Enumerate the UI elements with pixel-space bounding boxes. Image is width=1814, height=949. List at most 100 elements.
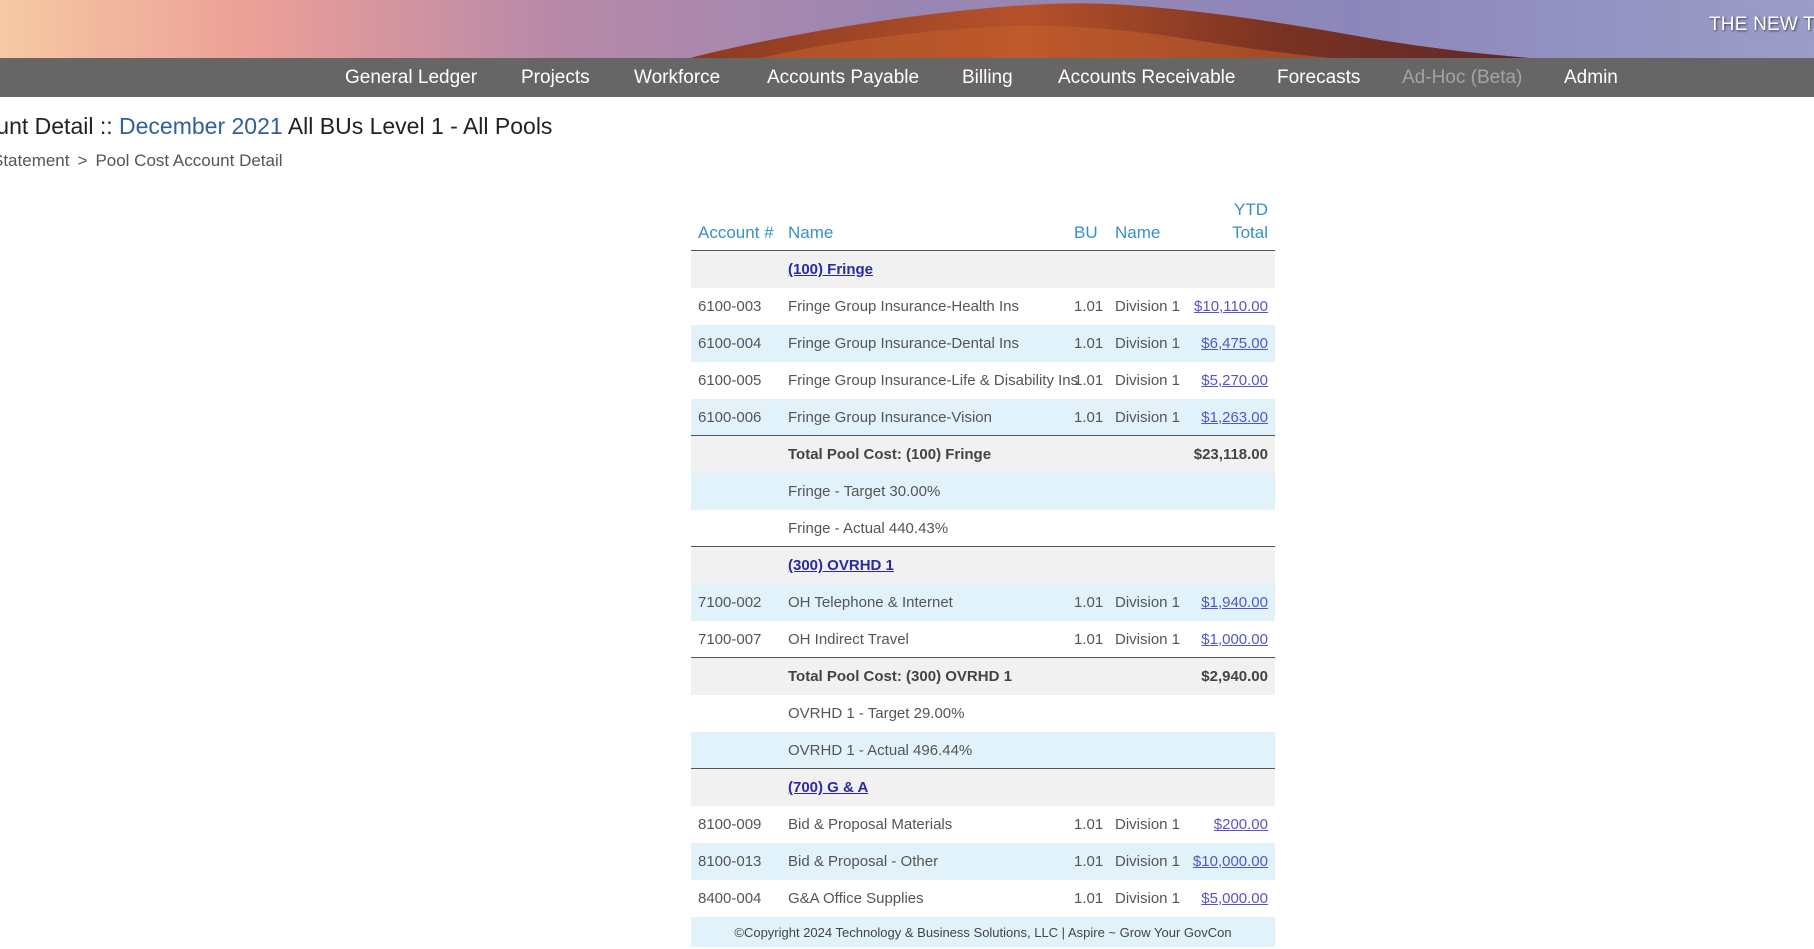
account-number: 6100-004	[698, 335, 762, 352]
ytd-total-link[interactable]: $1,000.00	[1201, 631, 1268, 648]
nav-ad-hoc: Ad-Hoc (Beta)	[1402, 67, 1523, 88]
table-row: 6100-006 Fringe Group Insurance-Vision 1.0…	[691, 399, 1275, 436]
bu-name: Division 1	[1115, 409, 1181, 426]
ytd-total-link[interactable]: $10,110.00	[1194, 298, 1268, 315]
account-number: 8400-004	[698, 890, 762, 907]
bu-code: 1.01	[1074, 298, 1104, 315]
bu-code: 1.01	[1074, 631, 1104, 648]
pool-link[interactable]: (700) G & A	[788, 779, 868, 796]
pool-cell: (100) Fringe	[788, 251, 873, 288]
breadcrumb-current: Pool Cost Account Detail	[95, 151, 283, 170]
scope-label: All BUs Level 1 - All Pools	[287, 113, 553, 139]
nav-forecasts[interactable]: Forecasts	[1277, 58, 1360, 97]
ytd-total-cell: $10,110.00	[1194, 288, 1268, 325]
table-body: (100) Fringe 6100-003 Fringe Group Insuran…	[691, 251, 1275, 917]
col-bu: BU	[1074, 223, 1098, 242]
table-row: 8100-013 Bid & Proposal - Other 1.01 Divisi…	[691, 843, 1275, 880]
table-row: 8100-009 Bid & Proposal Materials 1.01 Divi…	[691, 806, 1275, 843]
ytd-total-cell: $1,263.00	[1201, 399, 1268, 436]
pool-rate-row: OVRHD 1 - Actual 496.44%	[691, 732, 1275, 769]
pool-link[interactable]: (100) Fringe	[788, 261, 873, 278]
account-name: OH Indirect Travel	[788, 631, 909, 648]
bu-code: 1.01	[1074, 409, 1104, 426]
pool-total-row: Total Pool Cost: (300) OVRHD 1 $2,940.00	[691, 658, 1275, 695]
account-number: 8100-009	[698, 816, 762, 833]
account-number: 6100-003	[698, 298, 762, 315]
breadcrumb-separator: >	[77, 151, 88, 170]
bu-name: Division 1	[1115, 594, 1181, 611]
bu-name: Division 1	[1115, 631, 1181, 648]
table-row: 6100-004 Fringe Group Insurance-Dental In…	[691, 325, 1275, 362]
nav-general-ledger[interactable]: General Ledger	[345, 58, 477, 97]
page-title: count Detail :: December 2021 All BUs Le…	[0, 113, 552, 140]
ytd-total-link[interactable]: $200.00	[1214, 816, 1268, 833]
nav-accounts-receivable[interactable]: Accounts Receivable	[1058, 58, 1235, 97]
pool-total-value: $2,940.00	[1201, 668, 1268, 685]
bu-name: Division 1	[1115, 335, 1181, 352]
main-nav: General Ledger Projects Workforce Accoun…	[0, 58, 1814, 97]
page-title-prefix: count Detail ::	[0, 113, 113, 139]
pool-rate-row: OVRHD 1 - Target 29.00%	[691, 695, 1275, 732]
bu-code: 1.01	[1074, 853, 1104, 870]
breadcrumb: Statement > Pool Cost Account Detail	[0, 151, 283, 171]
footer: ©Copyright 2024 Technology & Business So…	[691, 917, 1275, 947]
ytd-total-link[interactable]: $6,475.00	[1201, 335, 1268, 352]
bu-code: 1.01	[1074, 335, 1104, 352]
pool-header-row: (700) G & A	[691, 769, 1275, 806]
ytd-total-cell: $6,475.00	[1201, 325, 1268, 362]
account-name: Bid & Proposal - Other	[788, 853, 939, 870]
pool-rate-label: Fringe - Target 30.00%	[788, 483, 941, 500]
ytd-total-cell: $1,000.00	[1201, 621, 1268, 658]
table-row: 8400-004 G&A Office Supplies 1.01 Division …	[691, 880, 1275, 917]
bu-code: 1.01	[1074, 890, 1104, 907]
breadcrumb-statement[interactable]: Statement	[0, 151, 70, 170]
bu-code: 1.01	[1074, 594, 1104, 611]
pool-cell: (300) OVRHD 1	[788, 547, 894, 584]
bu-name: Division 1	[1115, 853, 1181, 870]
account-name: Fringe Group Insurance-Health Ins	[788, 298, 1019, 315]
pool-header-row: (300) OVRHD 1	[691, 547, 1275, 584]
ytd-total-link[interactable]: $1,263.00	[1201, 409, 1268, 426]
mountain-landscape-image	[690, 3, 1530, 58]
account-name: Fringe Group Insurance-Dental Ins	[788, 335, 1019, 352]
pool-total-label: Total Pool Cost: (300) OVRHD 1	[788, 668, 1012, 685]
account-name: OH Telephone & Internet	[788, 594, 953, 611]
nav-projects[interactable]: Projects	[521, 58, 590, 97]
col-account: Account #	[698, 223, 774, 242]
pool-rate-label: OVRHD 1 - Target 29.00%	[788, 705, 965, 722]
col-bu-name: Name	[1115, 223, 1161, 242]
table-header: Account # Name BU Name YTD Total	[691, 196, 1275, 251]
ytd-total-cell: $10,000.00	[1193, 843, 1268, 880]
account-name: Fringe Group Insurance-Vision	[788, 409, 992, 426]
pool-rate-row: Fringe - Actual 440.43%	[691, 510, 1275, 547]
ytd-total-link[interactable]: $10,000.00	[1193, 853, 1268, 870]
bu-code: 1.01	[1074, 816, 1104, 833]
account-number: 6100-006	[698, 409, 762, 426]
table-row: 7100-007 OH Indirect Travel 1.01 Division 1…	[691, 621, 1275, 658]
ytd-total-cell: $5,270.00	[1201, 362, 1268, 399]
account-name: G&A Office Supplies	[788, 890, 924, 907]
ytd-total-link[interactable]: $5,000.00	[1201, 890, 1268, 907]
pool-total-row: Total Pool Cost: (100) Fringe $23,118.00	[691, 436, 1275, 473]
pool-total-label: Total Pool Cost: (100) Fringe	[788, 446, 992, 463]
nav-accounts-payable[interactable]: Accounts Payable	[767, 58, 919, 97]
ytd-total-link[interactable]: $1,940.00	[1201, 594, 1268, 611]
banner-title: THE NEW T	[1709, 14, 1814, 35]
nav-billing[interactable]: Billing	[962, 58, 1013, 97]
header-banner: THE NEW T	[0, 0, 1814, 58]
nav-admin[interactable]: Admin	[1564, 58, 1618, 97]
pool-header-row: (100) Fringe	[691, 251, 1275, 288]
nav-workforce[interactable]: Workforce	[634, 58, 720, 97]
col-ytd-line1: YTD	[1234, 200, 1268, 219]
pool-rate-label: Fringe - Actual 440.43%	[788, 520, 949, 537]
bu-name: Division 1	[1115, 890, 1181, 907]
pool-rate-label: OVRHD 1 - Actual 496.44%	[788, 742, 973, 759]
table-row: 6100-005 Fringe Group Insurance-Life & Di…	[691, 362, 1275, 399]
pool-link[interactable]: (300) OVRHD 1	[788, 557, 894, 574]
table-row: 7100-002 OH Telephone & Internet 1.01 Divis…	[691, 584, 1275, 621]
ytd-total-link[interactable]: $5,270.00	[1201, 372, 1268, 389]
pool-cost-table: Account # Name BU Name YTD Total (100) F…	[691, 196, 1275, 917]
account-number: 8100-013	[698, 853, 762, 870]
account-number: 7100-002	[698, 594, 762, 611]
col-ytd-line2: Total	[1232, 223, 1268, 242]
